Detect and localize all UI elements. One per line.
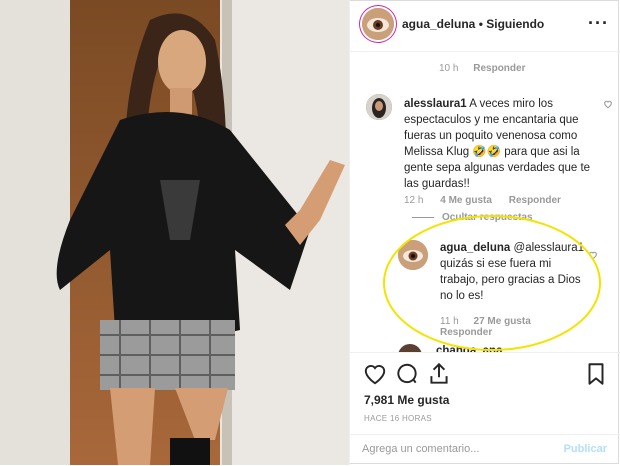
comment-time: 12 h (404, 195, 424, 206)
share-icon[interactable] (426, 361, 452, 387)
bookmark-icon[interactable] (583, 361, 609, 387)
commenter-avatar[interactable] (398, 344, 422, 352)
post-photo[interactable] (0, 0, 349, 465)
previous-comment-reply-button[interactable]: Responder (473, 63, 525, 74)
author-username-line: agua_deluna • Siguiendo (402, 17, 544, 31)
author-username[interactable]: agua_deluna (402, 17, 475, 31)
comment-meta: 12 h 4 Me gusta Responder (404, 195, 620, 206)
previous-comment-time: 10 h (439, 63, 459, 74)
hide-replies-button[interactable]: Ocultar respuestas (412, 212, 533, 223)
comment-username[interactable]: changa_ana (436, 345, 502, 352)
like-comment-heart-icon[interactable] (603, 99, 613, 112)
publish-button[interactable]: Publicar (564, 443, 607, 455)
reply-username[interactable]: agua_deluna (440, 242, 510, 254)
post-header: agua_deluna • Siguiendo ··· (350, 0, 620, 52)
header-separator: • (478, 17, 483, 31)
reply-author-avatar[interactable] (398, 240, 428, 270)
reply-reply-button[interactable]: Responder (440, 327, 492, 338)
reply-time: 11 h (440, 316, 459, 327)
reply-body: quizás si ese fuera mi trabajo, pero gra… (440, 258, 581, 302)
add-comment-input[interactable] (362, 443, 552, 455)
commenter-avatar[interactable] (366, 94, 392, 120)
follow-status[interactable]: Siguiendo (486, 17, 544, 31)
reply-text: agua_deluna @alesslaura1 quizás si ese f… (440, 240, 590, 304)
comment-username[interactable]: alesslaura1 (404, 98, 467, 110)
comments-list[interactable]: 10 h Responder alesslaura1 A veces miro … (350, 52, 620, 352)
reply-likes[interactable]: 27 Me gusta (474, 316, 531, 327)
heart-icon[interactable] (362, 361, 388, 387)
post-actions-bar (350, 352, 620, 393)
comment-reply-button[interactable]: Responder (509, 195, 561, 206)
likes-count[interactable]: 7,981 Me gusta (364, 393, 449, 407)
author-avatar[interactable] (362, 8, 394, 40)
post-side-panel: agua_deluna • Siguiendo ··· 10 h Respond… (349, 0, 620, 465)
like-reply-heart-icon[interactable] (588, 250, 598, 263)
comment-icon[interactable] (394, 361, 420, 387)
add-comment-bar: Publicar (350, 434, 620, 466)
previous-comment-meta: 10 h Responder (439, 63, 525, 74)
post-timestamp: HACE 16 HORAS (364, 414, 432, 423)
comment-likes[interactable]: 4 Me gusta (440, 195, 492, 206)
comment-body: A veces miro los espectaculos y me encan… (404, 98, 591, 190)
comment-text: alesslaura1 A veces miro los espectaculo… (404, 96, 604, 192)
reply-meta: 11 h 27 Me gusta Responder (440, 316, 600, 338)
more-options-icon[interactable]: ··· (588, 13, 609, 34)
reply-mention[interactable]: @alesslaura1 (514, 242, 585, 254)
